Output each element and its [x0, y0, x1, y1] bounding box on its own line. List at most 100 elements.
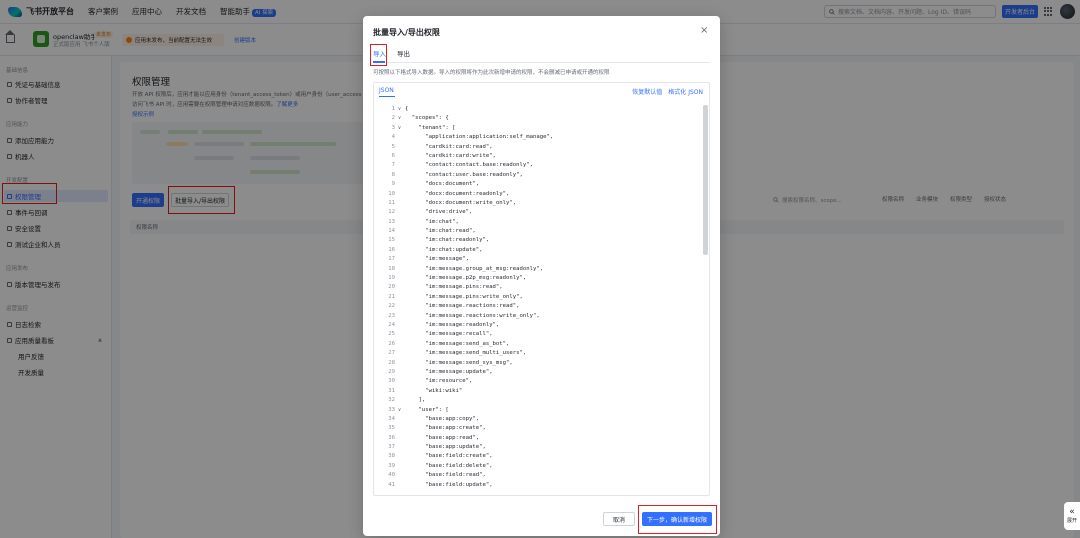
code-text: "im:message.p2p_msg:readonly",: [405, 275, 527, 282]
code-line: 6 "cardkit:card:write",: [379, 152, 704, 161]
code-text: "base:field:read",: [405, 472, 486, 479]
dialog-title: 批量导入/导出权限: [373, 28, 440, 37]
code-text: "docx:document:write_only",: [405, 199, 517, 206]
code-line: 13 "im:chat",: [379, 218, 704, 227]
line-number: 2: [391, 115, 395, 122]
code-text: "contact:contact.base:readonly",: [405, 162, 533, 169]
code-line: 8 "contact:user.base:readonly",: [379, 171, 704, 180]
code-text: "cardkit:card:write",: [405, 152, 496, 159]
line-number: 13: [388, 218, 395, 225]
format-json-button[interactable]: 格式化 JSON: [668, 87, 703, 96]
code-text: "base:app:read",: [405, 434, 480, 441]
code-text: "scopes": {: [405, 115, 449, 122]
code-text: "im:chat:readonly",: [405, 237, 490, 244]
import-hint: 可按照以下格式导入数据。导入的权限将作为此次新增申请的权限，不会删减已申请或开通…: [373, 70, 610, 76]
code-line: 33 ∨ "user": [: [379, 406, 704, 415]
code-area[interactable]: 1 ∨{2 ∨ "scopes": {3 ∨ "tenant": [4 "applic…: [379, 105, 704, 493]
fold-chevron-icon[interactable]: ∨: [398, 105, 401, 114]
code-line: 30 "im:resource",: [379, 377, 704, 386]
code-text: "im:message:send_as_bot",: [405, 340, 510, 347]
code-line: 22 "im:message.reactions:read",: [379, 302, 704, 311]
code-line: 37 "base:app:update",: [379, 443, 704, 452]
line-number: 40: [388, 472, 395, 479]
code-text: "docs:document",: [405, 181, 480, 188]
code-text: "base:field:create",: [405, 453, 493, 460]
line-number: 39: [388, 462, 395, 469]
line-number: 10: [388, 190, 395, 197]
line-number: 11: [388, 199, 395, 206]
line-number: 18: [388, 265, 395, 272]
line-number: 22: [388, 303, 395, 310]
code-line: 24 "im:message:readonly",: [379, 321, 704, 330]
json-editor[interactable]: JSON 恢复默认值 格式化 JSON 1 ∨{2 ∨ "scopes": {3 ∨ …: [373, 82, 710, 496]
line-number: 34: [388, 415, 395, 422]
line-number: 35: [388, 425, 395, 432]
fold-chevron-icon[interactable]: ∨: [398, 124, 401, 133]
code-line: 3 ∨ "tenant": [: [379, 124, 704, 133]
line-number: 36: [388, 434, 395, 441]
line-number: 6: [391, 152, 395, 159]
code-line: 16 "im:chat:update",: [379, 246, 704, 255]
fold-chevron-icon[interactable]: ∨: [398, 406, 401, 415]
code-text: "im:message.reactions:read",: [405, 303, 520, 310]
line-number: 28: [388, 359, 395, 366]
code-text: "application:application:self_manage",: [405, 134, 554, 141]
code-line: 38 "base:field:create",: [379, 452, 704, 461]
highlight-box-next-button: [638, 505, 717, 534]
code-text: "im:message:update",: [405, 368, 493, 375]
tab-export[interactable]: 导出: [397, 48, 410, 58]
code-line: 35 "base:app:create",: [379, 424, 704, 433]
code-line: 5 "cardkit:card:read",: [379, 143, 704, 152]
editor-scrollbar[interactable]: [703, 105, 708, 255]
expand-panel-button[interactable]: « 展开: [1064, 502, 1080, 530]
line-number: 9: [391, 181, 395, 188]
code-text: "im:chat:read",: [405, 228, 476, 235]
line-number: 30: [388, 378, 395, 385]
code-text: "base:field:update",: [405, 481, 493, 488]
line-number: 26: [388, 340, 395, 347]
code-line: 11 "docx:document:write_only",: [379, 199, 704, 208]
code-line: 36 "base:app:read",: [379, 434, 704, 443]
highlight-box-import-tab: [370, 44, 387, 66]
code-line: 31 "wiki:wiki": [379, 387, 704, 396]
code-line: 2 ∨ "scopes": {: [379, 114, 704, 123]
code-text: "im:message.pins:read",: [405, 284, 503, 291]
code-text: "base:app:create",: [405, 425, 486, 432]
dialog-tabs: 导入 导出: [373, 46, 710, 63]
code-text: "docx:document:readonly",: [405, 190, 510, 197]
code-text: "im:message:send_sys_msg",: [405, 359, 513, 366]
code-line: 29 "im:message:update",: [379, 368, 704, 377]
code-text: "im:chat:update",: [405, 246, 483, 253]
code-text: "base:app:copy",: [405, 415, 480, 422]
code-text: "wiki:wiki": [405, 387, 463, 394]
editor-tab-indicator: [379, 96, 395, 97]
double-chevron-left-icon: «: [1069, 507, 1075, 517]
close-icon[interactable]: ×: [700, 26, 708, 36]
editor-tab-json[interactable]: JSON: [379, 87, 394, 94]
fold-chevron-icon[interactable]: ∨: [398, 114, 401, 123]
expand-panel-label: 展开: [1066, 518, 1077, 524]
line-number: 38: [388, 453, 395, 460]
restore-default-button[interactable]: 恢复默认值: [632, 87, 662, 96]
line-number: 12: [388, 209, 395, 216]
code-line: 14 "im:chat:read",: [379, 227, 704, 236]
code-line: 20 "im:message.pins:read",: [379, 283, 704, 292]
code-text: "contact:user.base:readonly",: [405, 171, 523, 178]
editor-actions: 恢复默认值 格式化 JSON: [632, 87, 703, 96]
code-line: 32 ],: [379, 396, 704, 405]
line-number: 7: [391, 162, 395, 169]
line-number: 32: [388, 397, 395, 404]
code-text: ],: [405, 397, 426, 404]
line-number: 23: [388, 312, 395, 319]
code-line: 26 "im:message:send_as_bot",: [379, 340, 704, 349]
code-line: 4 "application:application:self_manage",: [379, 133, 704, 142]
line-number: 29: [388, 368, 395, 375]
line-number: 31: [388, 387, 395, 394]
code-text: "cardkit:card:read",: [405, 143, 493, 150]
cancel-button[interactable]: 取消: [603, 512, 635, 526]
code-line: 40 "base:field:read",: [379, 471, 704, 480]
code-text: "im:resource",: [405, 378, 473, 385]
code-line: 27 "im:message:send_multi_users",: [379, 349, 704, 358]
line-number: 24: [388, 321, 395, 328]
code-text: "im:message.pins:write_only",: [405, 293, 523, 300]
